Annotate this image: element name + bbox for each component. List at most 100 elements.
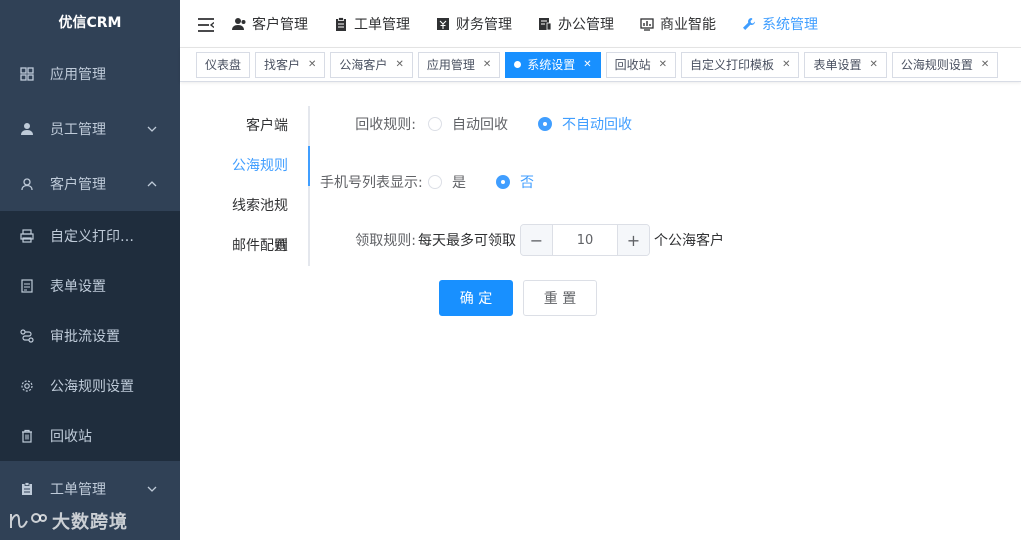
topnav-label: 工单管理: [354, 16, 410, 33]
tab-lead-pool-rules[interactable]: 线索池规则: [220, 186, 308, 254]
customer-icon: [20, 177, 34, 191]
radio-label: 不自动回收: [562, 117, 632, 133]
phone-display-label: 手机号列表显示:: [320, 175, 423, 191]
sidebar-item-public-sea-rules[interactable]: 公海规则设置: [0, 361, 180, 411]
recycle-rule-label: 回收规则:: [355, 117, 416, 133]
printer-icon: [20, 229, 34, 243]
sidebar-item-approval-flow[interactable]: 审批流设置: [0, 311, 180, 361]
claim-suffix-text: 个公海客户: [654, 233, 724, 249]
topnav-business-intelligence[interactable]: 商业智能: [640, 14, 716, 34]
topnav-label: 办公管理: [558, 16, 614, 33]
radio-phone-yes[interactable]: 是: [428, 172, 466, 192]
close-icon[interactable]: ✕: [782, 53, 790, 77]
sidebar-item-customer-management[interactable]: 客户管理: [0, 156, 180, 211]
sidebar-item-label: 自定义打印…: [50, 229, 134, 245]
sidebar-item-label: 审批流设置: [50, 329, 120, 345]
chevron-down-icon: [146, 123, 158, 135]
tag-system-settings[interactable]: 系统设置 ✕: [505, 51, 601, 78]
tag-recycle-bin[interactable]: 回收站 ✕: [605, 51, 677, 78]
reset-button[interactable]: 重 置: [523, 280, 597, 316]
tag-label: 公海客户: [339, 57, 388, 72]
sidebar: 优信CRM 应用管理 员工管理 客户管理 自定义打印… 表单设置 审批流设置 公…: [0, 0, 180, 540]
tag-app-management[interactable]: 应用管理 ✕: [417, 51, 501, 78]
topnav-finance-management[interactable]: 财务管理: [436, 14, 512, 34]
radio-checked-icon: [496, 175, 510, 189]
chevron-up-icon: [146, 178, 158, 190]
tab-client[interactable]: 客户端: [220, 106, 308, 146]
tag-public-sea-rules[interactable]: 公海规则设置 ✕: [891, 51, 999, 78]
menu-fold-icon[interactable]: [198, 17, 215, 32]
watermark-logo-icon: [10, 513, 47, 528]
close-icon[interactable]: ✕: [483, 53, 491, 77]
radio-no-auto-recycle[interactable]: 不自动回收: [538, 114, 632, 134]
tag-print-template[interactable]: 自定义打印模板 ✕: [681, 51, 800, 78]
sidebar-item-form-settings[interactable]: 表单设置: [0, 261, 180, 311]
topnav-label: 系统管理: [762, 16, 818, 33]
close-icon[interactable]: ✕: [981, 53, 989, 77]
claim-prefix-text: 每天最多可领取: [418, 233, 516, 249]
user-icon: [232, 17, 246, 31]
radio-label: 是: [452, 175, 466, 191]
topnav-customer-management[interactable]: 客户管理: [232, 14, 308, 34]
tag-find-customer[interactable]: 找客户 ✕: [255, 51, 326, 78]
flow-icon: [20, 329, 34, 343]
tag-label: 仪表盘: [205, 57, 242, 72]
sidebar-item-label: 员工管理: [50, 121, 106, 138]
tag-label: 公海规则设置: [900, 57, 973, 72]
watermark-text: 大数跨境: [52, 512, 128, 533]
tag-label: 应用管理: [426, 57, 475, 72]
sidebar-item-print-template[interactable]: 自定义打印…: [0, 211, 180, 261]
wrench-icon: [742, 17, 756, 31]
radio-checked-icon: [538, 117, 552, 131]
clipboard-icon: [20, 481, 34, 496]
form-row-claim: 领取规则: 每天最多可领取 − + 个公海客户: [320, 222, 724, 258]
close-icon[interactable]: ✕: [395, 53, 403, 77]
close-icon[interactable]: ✕: [659, 53, 667, 77]
chart-icon: [640, 17, 654, 31]
form-row-phone-display: 手机号列表显示: 是 否: [320, 164, 564, 200]
form-row-recycle: 回收规则: 自动回收 不自动回收: [320, 106, 662, 142]
office-icon: [538, 17, 552, 31]
tags-view-bar: 仪表盘 找客户 ✕ 公海客户 ✕ 应用管理 ✕ 系统设置 ✕ 回收站 ✕ 自定义…: [180, 48, 1021, 82]
clipboard-icon: [334, 16, 348, 31]
close-icon[interactable]: ✕: [308, 53, 316, 77]
close-icon[interactable]: ✕: [583, 53, 591, 77]
confirm-button[interactable]: 确 定: [439, 280, 513, 316]
radio-auto-recycle[interactable]: 自动回收: [428, 114, 508, 134]
tag-dashboard[interactable]: 仪表盘: [196, 51, 251, 78]
claim-rule-label: 领取规则:: [355, 233, 416, 249]
claim-quantity-input[interactable]: [553, 225, 617, 255]
claim-quantity-stepper: − +: [520, 224, 650, 256]
tag-label: 系统设置: [527, 57, 576, 72]
tag-label: 找客户: [264, 57, 301, 72]
form-actions: 确 定 重 置: [439, 280, 597, 316]
sidebar-item-label: 工单管理: [50, 481, 106, 498]
finance-icon: [436, 17, 450, 31]
trash-icon: [20, 429, 34, 443]
topnav-system-management[interactable]: 系统管理: [742, 14, 818, 34]
grid-icon: [20, 66, 34, 81]
topnav-label: 商业智能: [660, 16, 716, 33]
sidebar-item-recycle-bin[interactable]: 回收站: [0, 411, 180, 461]
tag-form-settings[interactable]: 表单设置 ✕: [804, 51, 887, 78]
sidebar-item-app-management[interactable]: 应用管理: [0, 46, 180, 101]
app-root: 优信CRM 应用管理 员工管理 客户管理 自定义打印… 表单设置 审批流设置 公…: [0, 0, 1021, 540]
decrement-button[interactable]: −: [521, 225, 553, 255]
close-icon[interactable]: ✕: [869, 53, 877, 77]
radio-label: 否: [520, 175, 534, 191]
tab-public-sea-rules[interactable]: 公海规则: [220, 146, 308, 186]
tag-label: 表单设置: [813, 57, 862, 72]
topnav-office-management[interactable]: 办公管理: [538, 14, 614, 34]
active-dot-icon: [514, 61, 522, 68]
main-content: 客户端 公海规则 线索池规则 邮件配置 回收规则: 自动回收 不自动回收 手机号…: [180, 82, 1021, 540]
tag-public-customers[interactable]: 公海客户 ✕: [330, 51, 413, 78]
increment-button[interactable]: +: [617, 225, 649, 255]
topnav-ticket-management[interactable]: 工单管理: [334, 14, 410, 34]
tab-email-config[interactable]: 邮件配置: [220, 226, 308, 266]
sidebar-item-label: 客户管理: [50, 176, 106, 193]
chevron-down-icon: [146, 483, 158, 495]
sidebar-item-staff-management[interactable]: 员工管理: [0, 101, 180, 156]
radio-label: 自动回收: [452, 117, 508, 133]
tag-label: 自定义打印模板: [690, 57, 775, 72]
radio-phone-no[interactable]: 否: [496, 172, 534, 192]
